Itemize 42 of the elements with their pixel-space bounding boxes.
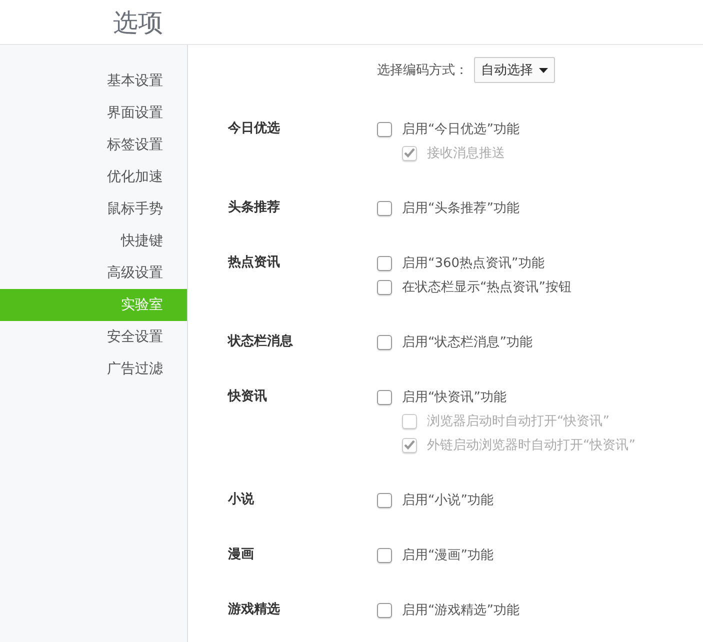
option-label: 启用“头条推荐”功能 <box>402 200 520 217</box>
caret-icon <box>539 68 548 72</box>
sidebar-item[interactable]: 高级设置 <box>0 257 187 289</box>
checkbox[interactable] <box>377 122 392 136</box>
section-label: 今日优选 <box>228 120 281 138</box>
checkbox[interactable] <box>377 602 392 618</box>
checkbox[interactable] <box>377 492 392 508</box>
sidebar-item[interactable]: 鼠标手势 <box>0 193 187 225</box>
option-label: 浏览器启动时自动打开“快资讯” <box>427 413 610 430</box>
checkbox[interactable] <box>377 256 392 270</box>
sidebar-item[interactable]: 快捷键 <box>0 225 187 257</box>
encoding-select[interactable]: 自动选择 <box>474 57 555 83</box>
sidebar-item[interactable]: 标签设置 <box>0 129 187 161</box>
sidebar-item[interactable]: 安全设置 <box>0 321 187 353</box>
option-label: 启用“360热点资讯”功能 <box>402 255 544 272</box>
encoding-label: 选择编码方式： <box>377 62 468 79</box>
sidebar-item[interactable]: 广告过滤 <box>0 353 187 385</box>
checkbox[interactable] <box>377 390 392 404</box>
section-label: 快资讯 <box>228 388 268 406</box>
section-label: 热点资讯 <box>228 254 281 272</box>
section-label: 漫画 <box>228 546 255 564</box>
section-label: 状态栏消息 <box>228 333 294 351</box>
sidebar-item[interactable]: 优化加速 <box>0 161 187 193</box>
sidebar-item[interactable]: 基本设置 <box>0 65 187 97</box>
option-label: 接收消息推送 <box>427 145 505 162</box>
option-label: 启用“小说”功能 <box>402 492 494 509</box>
section-label: 小说 <box>228 491 255 509</box>
option-label: 启用“状态栏消息”功能 <box>402 334 532 351</box>
section-label: 游戏精选 <box>228 601 281 619</box>
option-label: 启用“漫画”功能 <box>402 547 494 564</box>
option-label: 启用“游戏精选”功能 <box>402 602 520 619</box>
option-label: 外链启动浏览器时自动打开“快资讯” <box>427 437 636 454</box>
checkbox[interactable] <box>377 334 392 350</box>
page-title: 选项 <box>113 6 163 38</box>
section-label: 头条推荐 <box>228 199 281 217</box>
checkbox[interactable] <box>377 548 392 562</box>
checkbox[interactable] <box>377 200 392 216</box>
checkbox[interactable] <box>377 280 392 294</box>
option-label: 在状态栏显示“热点资讯”按钮 <box>402 279 572 296</box>
option-label: 启用“快资讯”功能 <box>402 389 506 406</box>
sidebar-item[interactable]: 界面设置 <box>0 97 187 129</box>
option-label: 启用“今日优选”功能 <box>402 121 520 138</box>
